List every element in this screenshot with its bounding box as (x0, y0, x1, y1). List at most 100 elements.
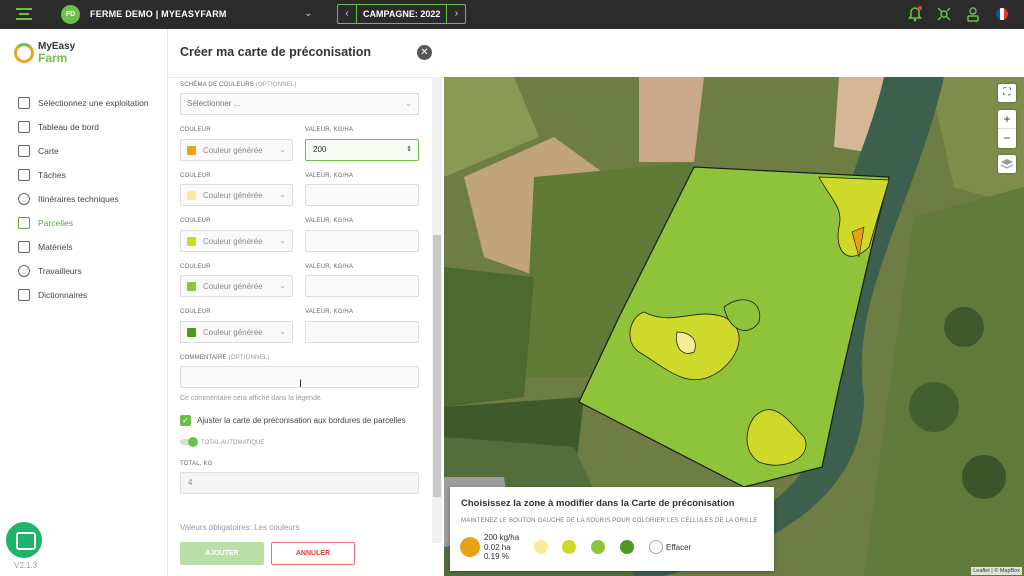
total-input[interactable]: 4 (180, 472, 419, 494)
sidebar-item-equipment[interactable]: Matériels (18, 235, 149, 259)
value-label: VALEUR, KG/HA (305, 309, 354, 315)
value-input-2[interactable] (305, 184, 419, 206)
color-dot-3[interactable] (562, 540, 576, 554)
campaign-next-button[interactable]: › (447, 5, 465, 23)
zoom-in-button[interactable]: + (998, 110, 1016, 129)
map-attribution[interactable]: Leaflet | © MapBox (971, 567, 1022, 575)
color-swatch (187, 146, 196, 155)
sidebar-item-exploitation[interactable]: Sélectionnez une exploitation (18, 91, 149, 115)
scheme-label-text: SCHÉMA DE COULEURS (180, 82, 254, 88)
sidebar-item-dictionaries[interactable]: Dictionnaires (18, 283, 149, 307)
selected-color-dot[interactable] (460, 537, 480, 557)
sidebar-item-map[interactable]: Carte (18, 139, 149, 163)
comment-label-text: COMMENTAIRE (180, 355, 227, 361)
value-input-3[interactable] (305, 230, 419, 252)
color-select-3[interactable]: Couleur générée ⌄ (180, 230, 293, 252)
sidebar-item-dashboard[interactable]: Tableau de bord (18, 115, 149, 139)
tractor-icon (18, 97, 30, 109)
chevron-down-icon: ⌄ (279, 190, 286, 199)
color-label: COULEUR (180, 309, 211, 315)
campaign-prev-button[interactable]: ‹ (338, 5, 356, 23)
worker-icon (18, 265, 30, 277)
legend-subtitle: MAINTENEZ LE BOUTON GAUCHE DE LA SOURIS … (461, 518, 758, 524)
color-scheme-select[interactable]: Sélectionner ... ⌄ (180, 93, 419, 115)
value-input-1[interactable]: 200 ⇕ (305, 139, 419, 161)
top-bar: FD FERME DEMO | MYEASYFARM ⌄ ‹ CAMPAGNE:… (0, 0, 1024, 29)
color-swatch (187, 282, 196, 291)
sidebar-item-parcels[interactable]: Parcelles (18, 211, 149, 235)
panel-title: Créer ma carte de préconisation (180, 45, 372, 59)
adjust-borders-checkbox[interactable]: ✓ (180, 415, 191, 426)
value-label: VALEUR, KG/HA (305, 218, 354, 224)
add-button[interactable]: AJOUTER (180, 542, 264, 565)
bell-icon[interactable] (907, 6, 923, 22)
color-select-4[interactable]: Couleur générée ⌄ (180, 275, 293, 297)
value-input-4[interactable] (305, 275, 419, 297)
color-dot-4[interactable] (591, 540, 605, 554)
color-swatch (187, 237, 196, 246)
logo[interactable]: MyEasy Farm (14, 42, 75, 64)
book-icon (18, 289, 30, 301)
flag-fr-icon[interactable] (994, 6, 1010, 22)
chat-icon[interactable] (6, 522, 42, 558)
sidebar-item-label: Sélectionnez une exploitation (38, 98, 149, 108)
sidebar-item-tasks[interactable]: Tâches (18, 163, 149, 187)
color-dot-2[interactable] (534, 540, 548, 554)
sidebar-item-itineraries[interactable]: Itinéraires techniques (18, 187, 149, 211)
erase-label[interactable]: Effacer (666, 543, 691, 552)
scrollbar[interactable] (432, 77, 442, 543)
chevron-down-icon[interactable]: ⌄ (304, 8, 312, 19)
gear-icon (18, 193, 30, 205)
cancel-button[interactable]: ANNULER (271, 542, 355, 565)
chevron-down-icon: ⌄ (279, 145, 286, 154)
value-label: VALEUR, KG/HA (305, 173, 354, 179)
color-dot-5[interactable] (620, 540, 634, 554)
value-label: VALEUR, KG/HA (305, 264, 354, 270)
value-label: VALEUR, KG/HA (305, 127, 354, 133)
scrollbar-thumb[interactable] (433, 235, 441, 497)
color-select-2[interactable]: Couleur générée ⌄ (180, 184, 293, 206)
legend-title: Choisissez la zone à modifier dans la Ca… (461, 498, 735, 509)
truck-icon (18, 241, 30, 253)
fullscreen-icon[interactable]: ⛶ (998, 84, 1016, 102)
color-label: COULEUR (180, 173, 211, 179)
legend-percent: 0.19 % (484, 552, 509, 561)
sidebar-item-label: Matériels (38, 242, 73, 252)
farm-selector[interactable]: FERME DEMO | MYEASYFARM (90, 9, 227, 19)
color-select-1[interactable]: Couleur générée ⌄ (180, 139, 293, 161)
value-input-5[interactable] (305, 321, 419, 343)
logo-text-2: Farm (38, 51, 68, 65)
color-select-5[interactable]: Couleur générée ⌄ (180, 321, 293, 343)
sidebar-item-label: Tâches (38, 170, 66, 180)
menu-icon[interactable] (16, 8, 32, 22)
total-label: TOTAL, KG (180, 461, 213, 467)
color-select-text: Couleur générée (203, 282, 263, 291)
optional-tag: (OPTIONNEL) (255, 82, 297, 88)
sidebar-item-workers[interactable]: Travailleurs (18, 259, 149, 283)
total-value: 4 (188, 478, 193, 487)
zoom-control: + − (998, 110, 1016, 148)
avatar[interactable]: FD (61, 5, 80, 24)
divider (169, 77, 444, 78)
auto-total-toggle[interactable] (180, 437, 198, 447)
zoom-out-button[interactable]: − (998, 129, 1016, 148)
satellite-icon[interactable] (936, 6, 952, 22)
chevron-down-icon: ⌄ (279, 281, 286, 290)
color-swatch (187, 191, 196, 200)
user-icon[interactable] (965, 6, 981, 22)
sidebar-item-label: Travailleurs (38, 266, 82, 276)
tasks-icon (18, 169, 30, 181)
close-icon[interactable]: ✕ (417, 45, 432, 60)
prescription-panel: Créer ma carte de préconisation ✕ SCHÉMA… (169, 29, 444, 576)
sidebar-item-label: Itinéraires techniques (38, 194, 119, 204)
comment-hint: Ce commentaire sera affiché dans la lége… (180, 395, 323, 402)
layers-icon[interactable] (998, 155, 1016, 173)
chevron-down-icon: ⌄ (405, 99, 412, 108)
color-label: COULEUR (180, 218, 211, 224)
sidebar: MyEasy Farm Sélectionnez une exploitatio… (0, 29, 168, 576)
optional-tag: (OPTIONNEL) (228, 355, 270, 361)
erase-dot[interactable] (649, 540, 663, 554)
legend-area: 0.02 ha (484, 542, 511, 552)
campaign-label: CAMPAGNE: 2022 (356, 5, 448, 23)
spinner-icon[interactable]: ⇕ (406, 140, 412, 160)
